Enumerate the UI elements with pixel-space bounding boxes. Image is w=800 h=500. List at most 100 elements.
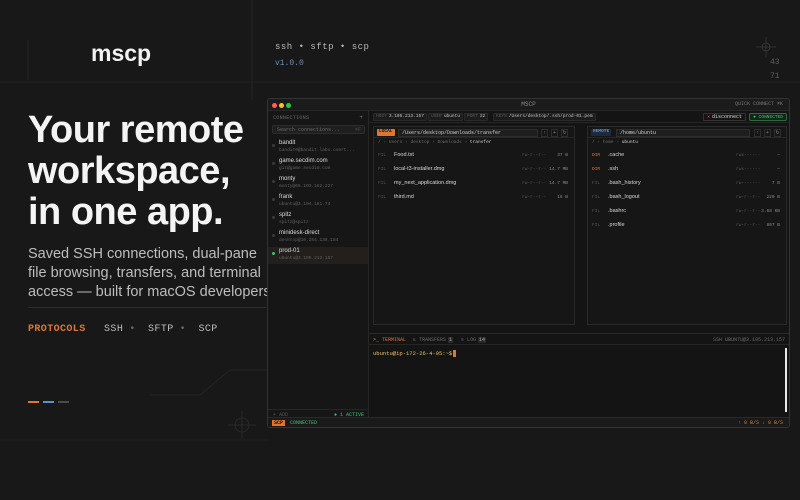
status-dot-icon: [272, 180, 275, 183]
subheadline: Saved SSH connections, dual-pane file br…: [28, 246, 275, 300]
status-dot-icon: [272, 216, 275, 219]
remote-path-input[interactable]: /home/ubuntu: [616, 129, 750, 137]
sidebar-item-connection[interactable]: prod-01 ubuntu@3.105.213.157: [268, 247, 368, 264]
local-pane: LOCAL /Users/desktop/Downloads/transfer …: [373, 126, 575, 325]
sidebar-item-connection[interactable]: monty monty@65.103.162.227: [268, 175, 368, 192]
ssh-session-label: SSH UBUNTU@3.105.213.157: [712, 337, 785, 343]
connection-name: frank: [279, 194, 293, 200]
remote-pane: REMOTE /home/ubuntu ↑ + ↻ / › home › ubu…: [587, 126, 787, 325]
headline-line: in one app.: [28, 191, 224, 233]
new-folder-icon[interactable]: +: [551, 129, 558, 137]
file-name: .bash_history: [608, 180, 641, 186]
brand-logo: mscp: [91, 40, 152, 66]
tab-terminal[interactable]: >_ TERMINAL: [373, 337, 406, 343]
status-text: CONNECTED: [290, 420, 318, 426]
scrollbar[interactable]: [785, 348, 787, 412]
info-host: HOST 3.105.213.157: [373, 113, 427, 121]
terminal-panel: >_ TERMINAL ⇅ TRANSFERS 1 ≡ LOG 14 SSH UBU…: [369, 333, 789, 419]
breadcrumb: / › Users › desktop › Downloads › transf…: [378, 140, 492, 145]
mode-badge: SCP: [272, 420, 286, 426]
file-name: .bashrc: [608, 208, 627, 214]
app-window: MSCP QUICK CONNECT ⌘K CONNECTIONS + Sear…: [267, 98, 790, 428]
tab-transfers[interactable]: ⇅ TRANSFERS 1: [413, 337, 454, 343]
file-name: my_next_application.dmg: [394, 180, 457, 186]
file-permissions: rw-r--r--: [522, 181, 547, 186]
connection-host: spitz@spitz: [279, 220, 309, 225]
file-name: .cache: [608, 152, 625, 158]
add-connection-button[interactable]: +: [359, 114, 363, 121]
sidebar-title: CONNECTIONS: [273, 115, 310, 121]
headline-line: Your remote: [28, 109, 244, 151]
connection-name: minidesk-direct: [279, 230, 320, 236]
protocol-item: SFTP: [148, 324, 174, 335]
file-permissions: rw-r--r--: [736, 209, 761, 214]
remote-tag: REMOTE: [591, 129, 612, 136]
file-name: third.md: [394, 194, 414, 200]
file-size: —: [777, 167, 780, 172]
file-type: FIL: [378, 167, 387, 172]
headline: Your remote workspace, in one app.: [28, 110, 278, 233]
up-icon[interactable]: ↑: [754, 129, 761, 137]
sidebar-item-connection[interactable]: spitz spitz@spitz: [268, 211, 368, 228]
file-name: Food.txt: [394, 152, 414, 158]
status-bar: SCP CONNECTED ↑ 0 B/S ↓ 0 B/S: [268, 417, 789, 427]
file-type: DIR: [592, 167, 601, 172]
accent-bars: [28, 401, 73, 419]
terminal-icon: >_: [373, 337, 380, 343]
file-row[interactable]: FIL Food.txt rw-r--r-- 37 B: [374, 149, 574, 162]
connection-host: bandit0@bandit.labs.overt...: [279, 148, 355, 153]
file-row[interactable]: FIL .profile rw-r--r-- 807 B: [588, 219, 786, 232]
accent-bar: [43, 401, 54, 403]
file-row[interactable]: FIL local-t3-installer.dmg rw-r--r-- 14.7 M…: [374, 163, 574, 176]
terminal-prompt[interactable]: ubuntu@ip-172-26-4-95:~$: [373, 350, 457, 357]
accent-bar: [58, 401, 69, 403]
tab-log[interactable]: ≡ LOG 14: [461, 337, 487, 343]
file-name: .ssh: [608, 166, 619, 172]
new-folder-icon[interactable]: +: [764, 129, 771, 137]
refresh-icon[interactable]: ↻: [774, 129, 781, 137]
search-input[interactable]: Search connections... ⌘F: [272, 125, 365, 134]
file-row[interactable]: FIL my_next_application.dmg rw-r--r-- 14.7 …: [374, 177, 574, 190]
file-row[interactable]: DIR .cache rwx------ —: [588, 149, 786, 162]
sidebar-item-connection[interactable]: bandit bandit0@bandit.labs.overt...: [268, 139, 368, 156]
quick-connect-button[interactable]: QUICK CONNECT ⌘K: [735, 101, 783, 107]
file-type: FIL: [592, 223, 601, 228]
file-size: 14.7 MB: [549, 167, 568, 172]
remote-pane-header: REMOTE /home/ubuntu ↑ + ↻: [588, 127, 786, 138]
search-placeholder: Search connections...: [277, 127, 341, 133]
main-panel: HOST 3.105.213.157 USER ubuntu PORT 22 KEYS…: [369, 111, 789, 419]
status-dot-icon: [272, 198, 275, 201]
file-row[interactable]: FIL third.md rw-r--r-- 16 B: [374, 191, 574, 204]
file-type: FIL: [592, 195, 601, 200]
status-dot-icon: [272, 252, 275, 255]
file-permissions: rw-------: [736, 181, 761, 186]
sidebar-item-connection[interactable]: frank ubuntu@3.104.181.74: [268, 193, 368, 210]
file-permissions: rw-r--r--: [736, 223, 761, 228]
sidebar-item-connection[interactable]: game.secdim.com git@game.secdim.com: [268, 157, 368, 174]
protocol-item: SSH: [104, 324, 124, 335]
local-path-input[interactable]: /Users/desktop/Downloads/transfer: [398, 129, 538, 137]
protocols-row: PROTOCOLS SSH • SFTP • SCP: [28, 324, 218, 335]
file-row[interactable]: FIL .bash_history rw------- 7 B: [588, 177, 786, 190]
breadcrumb: / › home › ubuntu: [592, 140, 638, 145]
file-name: .profile: [608, 222, 625, 228]
file-permissions: rw-r--r--: [522, 195, 547, 200]
file-row[interactable]: FIL .bash_logout rw-r--r-- 220 B: [588, 191, 786, 204]
file-type: DIR: [592, 153, 601, 158]
sidebar-item-connection[interactable]: minidesk-direct desktop@10.254.138.184: [268, 229, 368, 246]
file-permissions: rwx------: [736, 167, 761, 172]
disconnect-button[interactable]: ✕ disconnect: [702, 113, 746, 121]
connection-name: spitz: [279, 212, 292, 218]
file-type: FIL: [378, 195, 387, 200]
refresh-icon[interactable]: ↻: [561, 129, 568, 137]
protocol-item: SCP: [198, 324, 218, 335]
info-keys: KEYS/Users/desktop/.ssh/prod-01.pem: [493, 113, 596, 121]
up-icon[interactable]: ↑: [541, 129, 548, 137]
file-row[interactable]: FIL .bashrc rw-r--r-- 3.68 KB: [588, 205, 786, 218]
protocol-list: ssh • sftp • scp: [275, 42, 370, 52]
file-type: FIL: [592, 209, 601, 214]
file-permissions: rw-r--r--: [522, 167, 547, 172]
file-size: 807 B: [766, 223, 780, 228]
file-row[interactable]: DIR .ssh rwx------ —: [588, 163, 786, 176]
connection-name: game.secdim.com: [279, 158, 328, 164]
